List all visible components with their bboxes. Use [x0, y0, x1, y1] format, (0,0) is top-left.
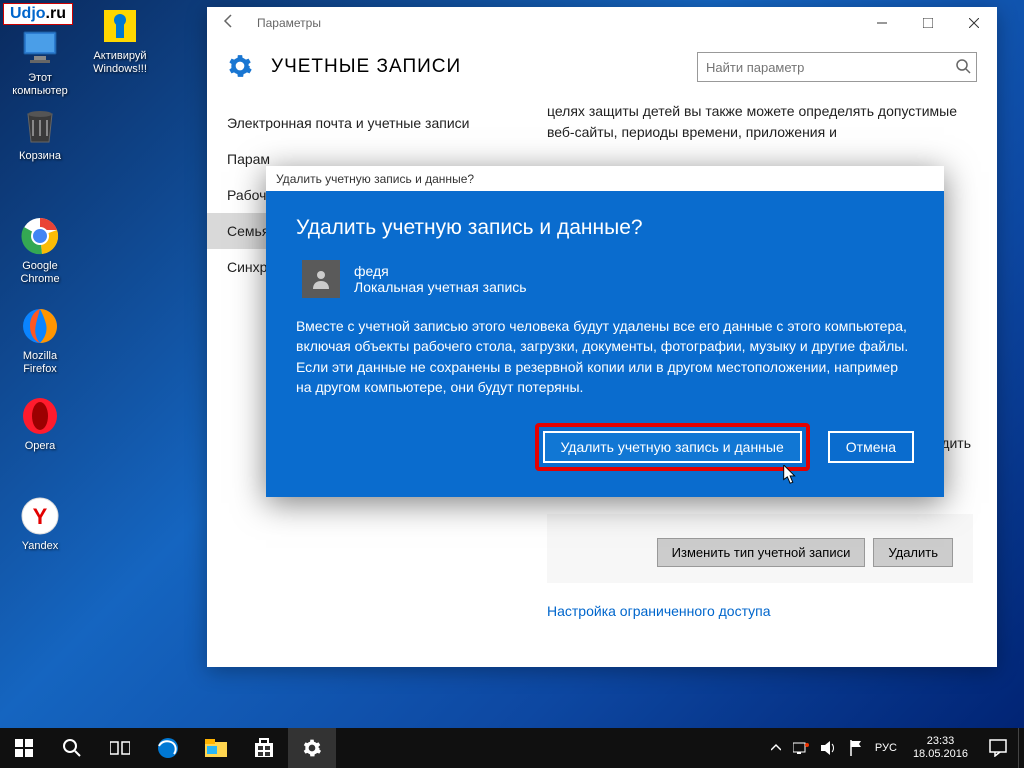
- settings-header: УЧЕТНЫЕ ЗАПИСИ: [207, 39, 997, 95]
- desktop-icon-recycle-bin[interactable]: Корзина: [2, 104, 78, 163]
- taskbar-edge[interactable]: [144, 728, 192, 768]
- dialog-user-type: Локальная учетная запись: [354, 279, 527, 295]
- firefox-icon: [18, 304, 62, 348]
- bin-icon: [18, 104, 62, 148]
- desktop-icon-label: Opera: [2, 440, 78, 453]
- maximize-button[interactable]: [905, 7, 951, 39]
- pc-icon: [18, 26, 62, 70]
- desktop-icon-activate[interactable]: Активируй Windows!!!: [82, 4, 158, 76]
- account-actions-box: Изменить тип учетной записи Удалить: [547, 514, 973, 583]
- close-button[interactable]: [951, 7, 997, 39]
- task-view-button[interactable]: [96, 728, 144, 768]
- clock-date: 18.05.2016: [913, 748, 968, 761]
- activate-icon: [98, 4, 142, 48]
- delete-account-button[interactable]: Удалить: [873, 538, 953, 567]
- sidebar-item-email[interactable]: Электронная почта и учетные записи: [207, 105, 537, 141]
- settings-heading: УЧЕТНЫЕ ЗАПИСИ: [271, 56, 697, 78]
- language-indicator[interactable]: РУС: [869, 742, 903, 754]
- system-tray: РУС 23:33 18.05.2016: [765, 728, 1024, 768]
- dialog-message: Вместе с учетной записью этого человека …: [296, 316, 914, 397]
- action-center-button[interactable]: [978, 728, 1018, 768]
- dialog-titlebar[interactable]: Удалить учетную запись и данные?: [266, 166, 944, 194]
- desktop-icon-opera[interactable]: Opera: [2, 394, 78, 453]
- taskbar-explorer[interactable]: [192, 728, 240, 768]
- change-account-type-button[interactable]: Изменить тип учетной записи: [657, 538, 866, 567]
- dialog-heading: Удалить учетную запись и данные?: [296, 216, 914, 240]
- gear-icon: [227, 53, 255, 81]
- desktop-icon-label: Yandex​: [2, 540, 78, 553]
- svg-text:Y: Y: [33, 504, 48, 529]
- back-button[interactable]: [221, 13, 241, 33]
- chrome-icon: [18, 214, 62, 258]
- desktop-icon-label: Этот компьютер: [2, 72, 78, 98]
- window-title: Параметры: [257, 16, 859, 30]
- window-titlebar[interactable]: Параметры: [207, 7, 997, 39]
- tray-volume-icon[interactable]: [815, 741, 843, 755]
- watermark-badge: Udjo.ru: [3, 3, 73, 25]
- confirm-delete-button[interactable]: Удалить учетную запись и данные: [543, 431, 802, 463]
- desktop-icon-label: Mozilla Firefox: [2, 350, 78, 376]
- cancel-button[interactable]: Отмена: [828, 431, 914, 463]
- dialog-user-row: федя Локальная учетная запись: [302, 260, 914, 298]
- taskbar-store[interactable]: [240, 728, 288, 768]
- minimize-button[interactable]: [859, 7, 905, 39]
- search-input[interactable]: [697, 52, 977, 82]
- user-avatar-icon: [302, 260, 340, 298]
- desktop-icon-chrome[interactable]: Google Chrome: [2, 214, 78, 286]
- clock-time: 23:33: [913, 735, 968, 748]
- search-button[interactable]: [48, 728, 96, 768]
- search-icon: [955, 58, 971, 74]
- start-button[interactable]: [0, 728, 48, 768]
- desktop-icon-label: Google Chrome: [2, 260, 78, 286]
- desktop-icon-firefox[interactable]: Mozilla Firefox: [2, 304, 78, 376]
- yandex-icon: Y: [18, 494, 62, 538]
- tray-flag-icon[interactable]: [843, 740, 869, 756]
- dialog-user-name: федя: [354, 263, 527, 279]
- taskbar: РУС 23:33 18.05.2016: [0, 728, 1024, 768]
- tray-network-icon[interactable]: [787, 741, 815, 755]
- delete-account-dialog: Удалить учетную запись и данные? Удалить…: [266, 166, 944, 497]
- show-desktop-button[interactable]: [1018, 728, 1024, 768]
- desktop-icon-this-pc[interactable]: Этот компьютер: [2, 26, 78, 98]
- opera-icon: [18, 394, 62, 438]
- content-intro-text: целях защиты детей вы также можете опред…: [547, 95, 973, 153]
- desktop-icon-yandex[interactable]: Y Yandex​: [2, 494, 78, 553]
- desktop: Udjo.ru Этот компьютер Активируй Windows…: [0, 0, 1024, 768]
- desktop-icon-label: Корзина: [2, 150, 78, 163]
- tray-chevron-icon[interactable]: [765, 743, 787, 753]
- taskbar-clock[interactable]: 23:33 18.05.2016: [903, 735, 978, 761]
- taskbar-settings[interactable]: [288, 728, 336, 768]
- tutorial-highlight: Удалить учетную запись и данные: [535, 423, 810, 471]
- restricted-access-link[interactable]: Настройка ограниченного доступа: [547, 601, 973, 622]
- desktop-icon-label: Активируй Windows!!!: [82, 50, 158, 76]
